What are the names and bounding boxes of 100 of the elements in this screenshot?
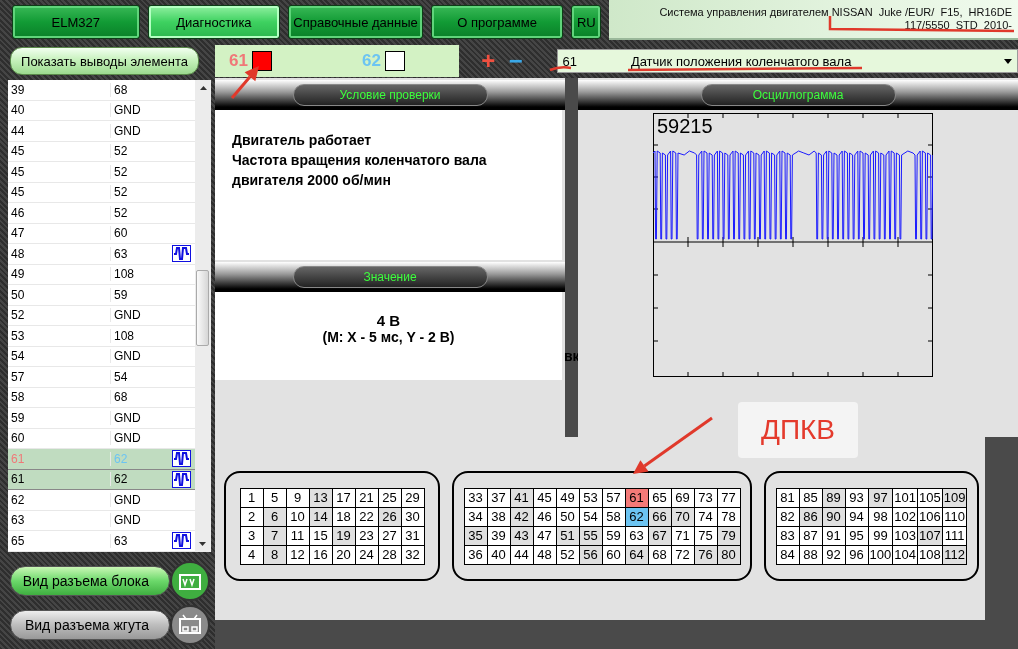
scroll-down-icon[interactable] <box>199 542 206 546</box>
pin-cell: 54 <box>110 369 172 384</box>
pin-row[interactable]: 65 63 <box>8 531 195 552</box>
connector-pin[interactable]: 45 <box>533 488 556 507</box>
menu-tab[interactable]: Диагностика <box>147 5 281 39</box>
pin-cell-text: 45 <box>10 144 26 159</box>
connector-pin[interactable]: 57 <box>602 488 625 507</box>
condition-text: двигателя 2000 об/мин <box>232 171 392 190</box>
connector-pin[interactable]: 25 <box>378 488 401 507</box>
connector-pin[interactable]: 29 <box>401 488 424 507</box>
pin-row[interactable]: 48 63 <box>8 244 195 265</box>
show-pins-button[interactable]: Показать выводы элемента <box>10 47 199 75</box>
pin-cell-text: 39 <box>10 82 26 97</box>
connector-view-button[interactable]: Вид разъема блока <box>10 566 170 596</box>
connector-block-icon[interactable] <box>170 561 210 601</box>
connector-pin[interactable]: 77 <box>717 488 740 507</box>
pin-row[interactable]: 46 52 <box>8 203 195 224</box>
connector-pin[interactable]: 13 <box>309 488 332 507</box>
pin-cell: GND <box>110 123 172 138</box>
connector-pin[interactable]: 17 <box>332 488 355 507</box>
connector-pin[interactable]: 61 <box>625 488 648 507</box>
menu-tab[interactable]: ELM327 <box>12 5 140 39</box>
pin-row[interactable]: 45 52 <box>8 162 195 183</box>
pin-row[interactable]: 53 108 <box>8 326 195 347</box>
pin-cell-text: 60 <box>10 431 26 446</box>
connector-pin[interactable]: 65 <box>648 488 671 507</box>
pin-row[interactable]: 59 GND <box>8 408 195 429</box>
connector-pin[interactable]: 41 <box>510 488 533 507</box>
pin-cell: 52 <box>110 144 172 159</box>
connector-pin[interactable]: 73 <box>694 488 717 507</box>
connector-pin[interactable]: 93 <box>845 488 869 507</box>
pin-cell: GND <box>110 410 172 425</box>
pin-row[interactable]: 44 GND <box>8 121 195 142</box>
waveform-icon[interactable] <box>172 532 191 550</box>
waveform-icon[interactable] <box>172 245 191 263</box>
pin-cell: 59 <box>110 287 172 302</box>
pin-row[interactable]: 45 52 <box>8 141 195 162</box>
pin-cell-text: 50 <box>10 287 26 302</box>
menu-tab[interactable]: RU <box>571 5 602 39</box>
pin-row[interactable]: 58 68 <box>8 387 195 408</box>
waveform-icon[interactable] <box>172 450 191 468</box>
element-pin: 61 <box>562 53 577 69</box>
connector-pin[interactable]: 105 <box>917 488 943 507</box>
scrollbar[interactable] <box>195 80 211 552</box>
connector-pin[interactable]: 89 <box>822 488 846 507</box>
connector-pin[interactable]: 53 <box>579 488 602 507</box>
probe-pin: 62 <box>361 51 381 71</box>
connector-pin[interactable]: 21 <box>355 488 378 507</box>
element-dropdown[interactable]: 61 Датчик положения коленчатого вала <box>557 49 1018 73</box>
connector-pin[interactable]: 85 <box>799 488 823 507</box>
connector-pin[interactable]: 97 <box>868 488 893 507</box>
pin-cell-text: 40 <box>10 103 26 118</box>
connector-pin[interactable]: 101 <box>892 488 918 507</box>
pin-cell-text: 45 <box>10 185 26 200</box>
pin-row[interactable]: 47 60 <box>8 223 195 244</box>
pin-row[interactable]: 49 108 <box>8 264 195 285</box>
probe-swatch[interactable] <box>251 51 272 71</box>
probe-swatch[interactable] <box>384 51 405 71</box>
vehicle-code: 117/5550 STD 2010- <box>904 19 1012 32</box>
pin-cell: 68 <box>110 390 172 405</box>
pin-row[interactable]: 45 52 <box>8 182 195 203</box>
scroll-thumb[interactable] <box>196 270 209 346</box>
dropdown-caret-icon <box>1004 59 1012 64</box>
connector-pin[interactable]: 37 <box>487 488 510 507</box>
menu-tab[interactable]: О программе <box>430 5 564 39</box>
connector-harness-icon[interactable] <box>170 605 210 645</box>
pin-cell-text: 57 <box>10 369 26 384</box>
menu-tab[interactable]: Справочные данные <box>288 5 423 39</box>
connector-pin[interactable]: 1 <box>240 488 263 507</box>
pin-cell-text: 48 <box>10 246 26 261</box>
pin-row[interactable]: 40 GND <box>8 100 195 121</box>
connector-view-button[interactable]: Вид разъема жгута <box>10 610 170 640</box>
value-text: 4 В <box>375 312 402 329</box>
pin-row[interactable]: 39 68 <box>8 80 195 101</box>
pin-row[interactable]: 62 GND <box>8 490 195 511</box>
connector-pin[interactable]: 5 <box>263 488 286 507</box>
pin-row[interactable]: 61 62 <box>8 469 195 490</box>
connector-pin[interactable]: 9 <box>286 488 309 507</box>
pin-row[interactable]: 63 GND <box>8 510 195 531</box>
zoom-out-button[interactable]: − <box>501 49 530 73</box>
pin-cell: GND <box>110 308 172 323</box>
pin-row[interactable]: 50 59 <box>8 285 195 306</box>
pin-cell: 52 <box>110 185 172 200</box>
waveform-icon[interactable] <box>172 470 191 488</box>
scroll-up-icon[interactable] <box>199 86 207 90</box>
connector-pin[interactable]: 109 <box>942 488 967 507</box>
value-text: (М: X - 5 мс, Y - 2 В) <box>321 329 456 346</box>
connector-pin[interactable]: 69 <box>671 488 694 507</box>
connector-pin[interactable]: 81 <box>776 488 800 507</box>
pin-row[interactable]: 57 54 <box>8 367 195 388</box>
pin-cell-text: 59 <box>10 410 26 425</box>
connector-pin[interactable]: 49 <box>556 488 579 507</box>
pin-cell-text: 61 <box>10 472 26 487</box>
pin-cell-text: 63 <box>10 513 26 528</box>
pin-row[interactable]: 52 GND <box>8 305 195 326</box>
pin-cell: GND <box>110 513 172 528</box>
section-title: Осциллограмма <box>700 84 896 106</box>
pin-cell: 108 <box>110 328 172 343</box>
pin-row[interactable]: 54 GND <box>8 346 195 367</box>
connector-pin[interactable]: 33 <box>464 488 487 507</box>
